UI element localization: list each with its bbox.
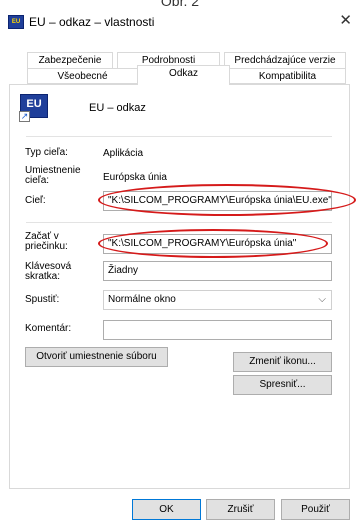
comment-label: Komentár: xyxy=(25,323,72,334)
window-title: EU – odkaz – vlastnosti xyxy=(29,15,155,29)
shortcut-icon-text: EU xyxy=(26,98,42,110)
chevron-down-icon: ⌵ xyxy=(318,294,326,305)
target-type-value: Aplikácia xyxy=(103,148,144,159)
window-titlebar: EU EU – odkaz – vlastnosti ✕ xyxy=(0,10,360,36)
shortcut-key-input[interactable]: Žiadny xyxy=(103,261,332,281)
tab-vseobecne[interactable]: Všeobecné xyxy=(27,68,138,84)
target-type-label: Typ cieľa: xyxy=(25,147,68,158)
tab-predchadzajuce-verzie[interactable]: Predchádzajúce verzie xyxy=(224,52,346,68)
divider xyxy=(26,136,332,137)
target-location-label: Umiestnenie cieľa: xyxy=(25,165,81,186)
change-icon-button[interactable]: Zmeniť ikonu... xyxy=(233,352,332,372)
run-label: Spustiť: xyxy=(25,294,60,305)
shortcut-arrow-icon: ↗ xyxy=(19,111,30,122)
tab-panel xyxy=(9,84,350,489)
run-select-value: Normálne okno xyxy=(108,294,176,305)
start-in-label: Začať v priečinku: xyxy=(25,231,68,252)
shortcut-key-label: Klávesová skratka: xyxy=(25,261,72,282)
run-select[interactable]: Normálne okno ⌵ xyxy=(103,290,332,310)
target-input[interactable]: "K:\SILCOM_PROGRAMY\Európska únia\EU.exe… xyxy=(103,191,332,211)
apply-button[interactable]: Použiť xyxy=(281,499,350,520)
cancel-button[interactable]: Zrušiť xyxy=(206,499,275,520)
close-button[interactable]: ✕ xyxy=(339,13,352,29)
start-in-input[interactable]: "K:\SILCOM_PROGRAMY\Európska únia" xyxy=(103,234,332,254)
divider xyxy=(26,222,332,223)
figure-caption: Obr. 2 xyxy=(0,0,360,10)
app-icon: EU xyxy=(8,15,24,29)
advanced-button[interactable]: Spresniť... xyxy=(233,375,332,395)
tab-zabezpecenie[interactable]: Zabezpečenie xyxy=(27,52,113,68)
tab-odkaz[interactable]: Odkaz xyxy=(137,65,230,85)
target-location-value: Európska únia xyxy=(103,172,167,183)
shortcut-name: EU – odkaz xyxy=(89,102,146,114)
ok-button[interactable]: OK xyxy=(132,499,201,520)
target-label: Cieľ: xyxy=(25,195,46,206)
comment-input[interactable] xyxy=(103,320,332,340)
open-file-location-button[interactable]: Otvoriť umiestnenie súboru xyxy=(25,347,168,367)
figure-caption-text: Obr. 2 xyxy=(160,0,200,9)
shortcut-app-icon: EU ↗ xyxy=(19,94,48,122)
tab-kompatibilita[interactable]: Kompatibilita xyxy=(229,68,346,84)
